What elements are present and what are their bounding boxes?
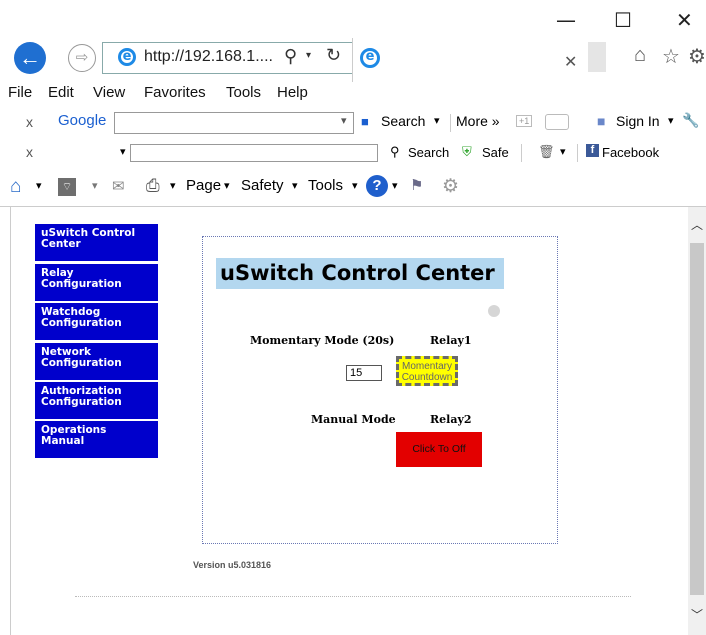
- toolbar-search-icon[interactable]: ⚲: [390, 144, 400, 160]
- scroll-up-icon[interactable]: ︿: [691, 216, 703, 233]
- safety-dropdown-icon[interactable]: ▾: [292, 179, 298, 192]
- forward-button[interactable]: ⇨: [68, 44, 96, 72]
- toolbar-dropdown-icon[interactable]: ▾: [120, 145, 126, 158]
- menu-view[interactable]: View: [93, 84, 125, 101]
- toolbar-search-button[interactable]: Search: [408, 145, 449, 160]
- ie-logo-icon: e: [118, 48, 136, 66]
- help-dropdown-icon[interactable]: ▾: [392, 179, 398, 192]
- sidebar-item-label: Center: [41, 238, 81, 250]
- toolbar-search-input[interactable]: [130, 144, 378, 162]
- footer-divider: [75, 596, 631, 597]
- plus-one-icon[interactable]: +1: [516, 115, 533, 127]
- sidebar-item-relay-configuration[interactable]: Relay Configuration: [35, 264, 158, 301]
- more-button[interactable]: More »: [456, 113, 500, 129]
- new-tab-button[interactable]: [588, 42, 606, 72]
- google-toolbar-close[interactable]: x: [26, 114, 33, 130]
- sidebar-item-operations-manual[interactable]: Operations Manual: [35, 421, 158, 458]
- relay2-label: Relay2: [430, 413, 472, 426]
- safety-menu[interactable]: Safety: [241, 177, 284, 194]
- version-text: Version u5.031816: [193, 560, 272, 570]
- window-titlebar: — ☐ ✕: [0, 0, 706, 38]
- sign-in-button[interactable]: Sign In: [616, 113, 660, 129]
- relay1-button-label: Countdown: [401, 372, 453, 383]
- menu-help[interactable]: Help: [277, 84, 308, 101]
- google-logo: Google: [58, 112, 107, 129]
- trash-icon[interactable]: 🗑: [538, 144, 555, 160]
- tools-dropdown-icon[interactable]: ▾: [352, 179, 358, 192]
- menu-tools[interactable]: Tools: [226, 84, 261, 101]
- tools-menu[interactable]: Tools: [308, 177, 343, 194]
- sidebar-item-label: Configuration: [41, 357, 122, 369]
- sidebar-item-watchdog-configuration[interactable]: Watchdog Configuration: [35, 303, 158, 340]
- secondary-toolbar: x ▾ ⚲ Search ⛨ Safe 🗑 ▾ f Facebook: [0, 140, 706, 168]
- status-indicator: [488, 305, 500, 317]
- refresh-icon[interactable]: ↻: [326, 45, 341, 66]
- home-page-icon[interactable]: ⌂: [10, 176, 21, 198]
- relay1-momentary-button[interactable]: Momentary Countdown: [396, 356, 458, 386]
- relay1-button-label: Momentary: [401, 361, 452, 372]
- menu-edit[interactable]: Edit: [48, 84, 74, 101]
- google-toolbar: x Google ▾ ■ Search ▾ More » +1 ■ Sign I…: [0, 108, 706, 138]
- rss-feed-icon[interactable]: ⌔: [58, 178, 76, 196]
- minimize-button[interactable]: —: [556, 8, 576, 32]
- sidebar-item-label: Manual: [41, 435, 85, 447]
- google-search-button[interactable]: Search: [381, 113, 425, 129]
- menu-bar: File Edit View Favorites Tools Help: [0, 82, 706, 106]
- scrollbar-thumb[interactable]: [690, 243, 704, 595]
- google-multicolor-icon: ■: [361, 114, 369, 129]
- manual-mode-label: Manual Mode: [311, 413, 396, 426]
- sign-in-dropdown-icon[interactable]: ▾: [668, 114, 674, 127]
- mail-icon[interactable]: ✉: [112, 177, 125, 195]
- toggle-button[interactable]: [545, 114, 569, 130]
- sidebar-item-label: Configuration: [41, 278, 122, 290]
- sidebar-item-network-configuration[interactable]: Network Configuration: [35, 343, 158, 380]
- settings-gear-icon[interactable]: ⚙: [688, 44, 706, 69]
- chevron-down-icon[interactable]: ▾: [341, 114, 347, 127]
- relay2-toggle-button[interactable]: Click To Off: [396, 432, 482, 467]
- google-search-input[interactable]: [114, 112, 354, 134]
- facebook-button[interactable]: Facebook: [602, 145, 659, 160]
- sidebar-item-label: Configuration: [41, 317, 122, 329]
- home-dropdown-icon[interactable]: ▾: [36, 179, 42, 192]
- home-icon[interactable]: ⌂: [634, 44, 646, 67]
- command-bar: ⌂ ▾ ⌔ ▾ ✉ ⎙ ▾ Page ▾ Safety ▾ Tools ▾ ? …: [0, 170, 706, 206]
- browser-tab[interactable]: [352, 38, 587, 82]
- search-icon[interactable]: ⚲: [284, 46, 297, 67]
- page-menu[interactable]: Page: [186, 177, 221, 194]
- search-dropdown-icon[interactable]: ▾: [434, 114, 440, 127]
- gear-icon[interactable]: ⚙: [442, 175, 459, 198]
- facebook-icon: f: [586, 144, 599, 157]
- countdown-input[interactable]: 15: [346, 365, 382, 381]
- star-icon[interactable]: ☆: [662, 44, 680, 69]
- tab-close-icon[interactable]: ✕: [564, 52, 577, 72]
- print-icon[interactable]: ⎙: [146, 176, 160, 196]
- user-avatar-icon: ■: [597, 113, 606, 129]
- close-button[interactable]: ✕: [676, 8, 693, 32]
- shield-icon: ⛨: [462, 144, 472, 159]
- safe-button[interactable]: Safe: [482, 145, 509, 160]
- secondary-toolbar-close[interactable]: x: [26, 144, 33, 160]
- back-button[interactable]: ←: [14, 42, 46, 74]
- menu-favorites[interactable]: Favorites: [144, 84, 206, 101]
- relay1-label: Relay1: [430, 334, 472, 347]
- page-title: uSwitch Control Center: [216, 258, 504, 289]
- trash-dropdown-icon[interactable]: ▾: [560, 145, 566, 158]
- address-text[interactable]: http://192.168.1....: [144, 48, 273, 66]
- menu-file[interactable]: File: [8, 84, 32, 101]
- sidebar-item-control-center[interactable]: uSwitch Control Center: [35, 224, 158, 261]
- tab-ie-icon: e: [360, 48, 380, 68]
- dropdown-arrow-icon[interactable]: ▾: [306, 50, 311, 61]
- wrench-icon[interactable]: 🔧: [682, 112, 699, 129]
- maximize-button[interactable]: ☐: [614, 8, 632, 32]
- sidebar-item-label: Configuration: [41, 396, 122, 408]
- feed-dropdown-icon[interactable]: ▾: [92, 179, 98, 192]
- momentary-mode-label: Momentary Mode (20s): [250, 334, 395, 347]
- research-icon[interactable]: ⚑: [410, 176, 423, 194]
- page-dropdown-icon[interactable]: ▾: [224, 179, 230, 192]
- sidebar-item-authorization-configuration[interactable]: Authorization Configuration: [35, 382, 158, 419]
- print-dropdown-icon[interactable]: ▾: [170, 179, 176, 192]
- scroll-down-icon[interactable]: ﹀: [691, 606, 703, 623]
- help-icon[interactable]: ?: [366, 175, 388, 197]
